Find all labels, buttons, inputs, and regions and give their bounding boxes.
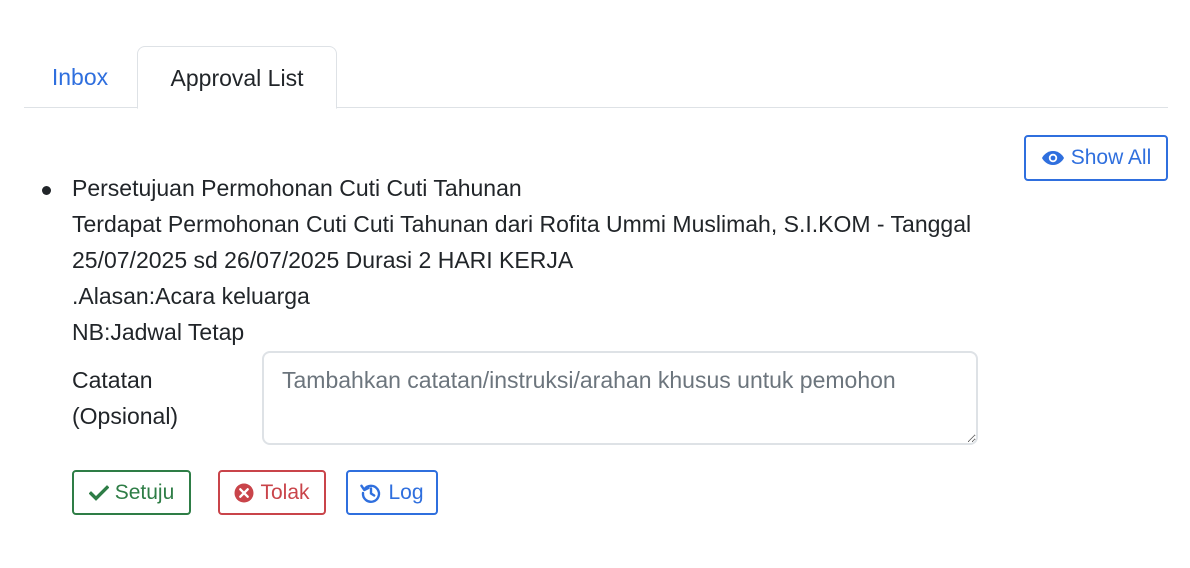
tab-approval-list[interactable]: Approval List [137, 46, 337, 109]
item-reason: .Alasan:Acara keluarga [72, 283, 310, 309]
log-label: Log [388, 480, 424, 504]
tab-inbox[interactable]: Inbox [24, 46, 136, 108]
approval-card: Inbox Approval List Show All Persetujuan… [0, 0, 1190, 558]
item-description-line2: 25/07/2025 sd 26/07/2025 Durasi 2 HARI K… [72, 247, 574, 273]
tab-bar: Inbox Approval List [24, 46, 1168, 109]
approve-label: Setuju [114, 480, 175, 504]
approval-item: Persetujuan Permohonan Cuti Cuti Tahunan… [72, 170, 1072, 350]
reject-label: Tolak [260, 480, 310, 504]
notes-label: Catatan (Opsional) [72, 362, 242, 434]
notes-label-line2: (Opsional) [72, 403, 179, 429]
reject-button[interactable]: Tolak [218, 470, 326, 515]
eye-icon [1041, 151, 1064, 165]
notes-label-line1: Catatan [72, 367, 153, 393]
item-title: Persetujuan Permohonan Cuti Cuti Tahunan [72, 175, 522, 201]
log-button[interactable]: Log [346, 470, 438, 515]
item-description-line1: Terdapat Permohonan Cuti Cuti Tahunan da… [72, 211, 972, 237]
show-all-label: Show All [1070, 146, 1152, 169]
history-icon [360, 484, 381, 503]
item-note: NB:Jadwal Tetap [72, 319, 245, 345]
approve-button[interactable]: Setuju [72, 470, 191, 515]
check-icon [88, 484, 109, 501]
notes-textarea[interactable] [262, 351, 978, 445]
list-bullet [42, 186, 51, 195]
times-circle-icon [234, 483, 254, 502]
